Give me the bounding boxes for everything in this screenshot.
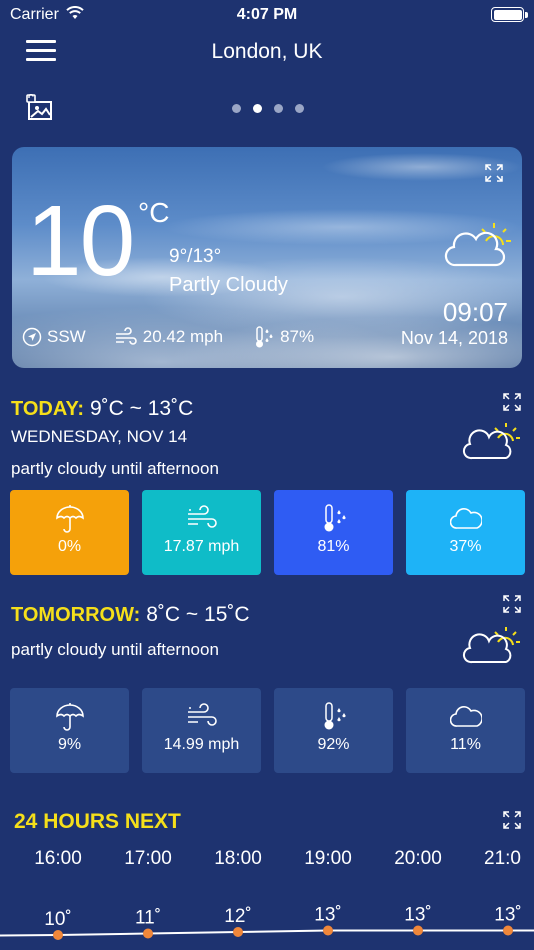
humidity-icon (256, 326, 273, 348)
tomorrow-range: 8˚C ~ 15˚C (146, 603, 250, 626)
status-time: 4:07 PM (236, 6, 298, 23)
partly-cloudy-icon (462, 627, 520, 664)
temperature-label: 13˚ (494, 905, 521, 926)
expand-icon[interactable] (502, 594, 522, 614)
tile-value: 9% (57, 736, 82, 753)
tomorrow-humidity-tile[interactable]: 92% (274, 688, 393, 773)
hourly-title: 24 HOURS NEXT (14, 810, 181, 833)
temperature-label: 12˚ (224, 906, 251, 927)
page-dot[interactable] (232, 104, 241, 113)
temperature-point (323, 925, 333, 936)
cloud-icon (449, 508, 482, 529)
wind-direction-icon (22, 327, 42, 347)
today-precipitation-tile[interactable]: 0% (10, 490, 129, 575)
tile-value: 92% (317, 736, 350, 753)
current-details-row: SSW 20.42 mph 87% (22, 325, 336, 349)
wind-direction: SSW (47, 327, 86, 346)
today-label: TODAY: (11, 398, 84, 420)
temperature-point (53, 930, 63, 940)
today-range: 9˚C ~ 13˚C (89, 397, 194, 420)
page-indicator[interactable] (232, 104, 304, 113)
today-cloud-tile[interactable]: 37% (406, 490, 525, 575)
tomorrow-label: TOMORROW: (11, 604, 141, 626)
page-dot-active[interactable] (253, 104, 262, 113)
today-wind-tile[interactable]: 17.87 mph (142, 490, 261, 575)
tomorrow-heading: TOMORROW: 8˚C ~ 15˚C (11, 603, 250, 627)
temperature-point (233, 927, 243, 937)
temperature-unit: °C (138, 197, 170, 228)
tile-value: 0% (57, 538, 82, 555)
wind-icon (115, 327, 137, 345)
tile-value: 11% (450, 736, 481, 753)
today-heading: TODAY: 9˚C ~ 13˚C (11, 397, 193, 421)
tomorrow-summary: partly cloudy until afternoon (11, 640, 219, 659)
background-image-icon[interactable] (26, 94, 54, 122)
temperature-label: 13˚ (314, 905, 341, 926)
condition-label: Partly Cloudy (169, 274, 288, 296)
wind-icon (187, 505, 217, 528)
city-title: London, UK (211, 40, 323, 63)
hour-label: 19:00 (304, 848, 352, 869)
temperature-line (0, 929, 534, 937)
page-dot[interactable] (274, 104, 283, 113)
temperature-label: 10˚ (44, 909, 71, 930)
wind-icon (187, 703, 217, 726)
umbrella-icon (55, 505, 84, 533)
tile-value: 37% (449, 538, 482, 555)
tomorrow-wind-tile[interactable]: 14.99 mph (142, 688, 261, 773)
hour-label: 18:00 (214, 848, 262, 869)
today-summary: partly cloudy until afternoon (11, 459, 219, 478)
expand-icon[interactable] (502, 810, 522, 830)
hour-label: 16:00 (34, 848, 82, 869)
temperature-point (503, 925, 513, 936)
cloud-icon (449, 706, 482, 727)
hour-label: 21:0 (484, 848, 521, 869)
hour-label: 17:00 (124, 848, 172, 869)
umbrella-icon (55, 703, 84, 731)
expand-icon[interactable] (502, 392, 522, 412)
battery-icon (491, 7, 528, 22)
tile-value: 17.87 mph (163, 538, 240, 555)
expand-icon[interactable] (484, 163, 504, 183)
tomorrow-cloud-tile[interactable]: 11% (406, 688, 525, 773)
page-dot[interactable] (295, 104, 304, 113)
tile-value: 14.99 mph (163, 736, 240, 753)
temperature-point (413, 925, 423, 936)
thermometer-drops-icon (324, 504, 346, 532)
hourly-temperature-chart: 10˚ 11˚ 12˚ 13˚ 13˚ 13˚ (0, 905, 534, 940)
current-weather-card[interactable]: 10 °C 9°/13° Partly Cloudy SSW 20.42 mph… (12, 147, 522, 368)
partly-cloudy-icon (444, 223, 511, 267)
thermometer-drops-icon (324, 702, 346, 730)
tile-value: 81% (317, 538, 350, 555)
status-bar: Carrier 4:07 PM (0, 0, 534, 30)
temperature-range: 9°/13° (169, 246, 222, 267)
humidity-value: 87% (280, 327, 315, 346)
current-temperature: 10 (26, 185, 135, 297)
today-humidity-tile[interactable]: 81% (274, 490, 393, 575)
temperature-label: 13˚ (404, 905, 431, 926)
tomorrow-precipitation-tile[interactable]: 9% (10, 688, 129, 773)
wind-speed: 20.42 mph (142, 327, 224, 346)
current-time: 09:07 (442, 297, 508, 327)
temperature-label: 11˚ (135, 908, 161, 929)
today-date: WEDNESDAY, NOV 14 (11, 427, 188, 446)
partly-cloudy-icon (462, 423, 520, 460)
current-date: Nov 14, 2018 (400, 328, 508, 348)
hour-label: 20:00 (394, 848, 442, 869)
temperature-point (143, 928, 153, 939)
